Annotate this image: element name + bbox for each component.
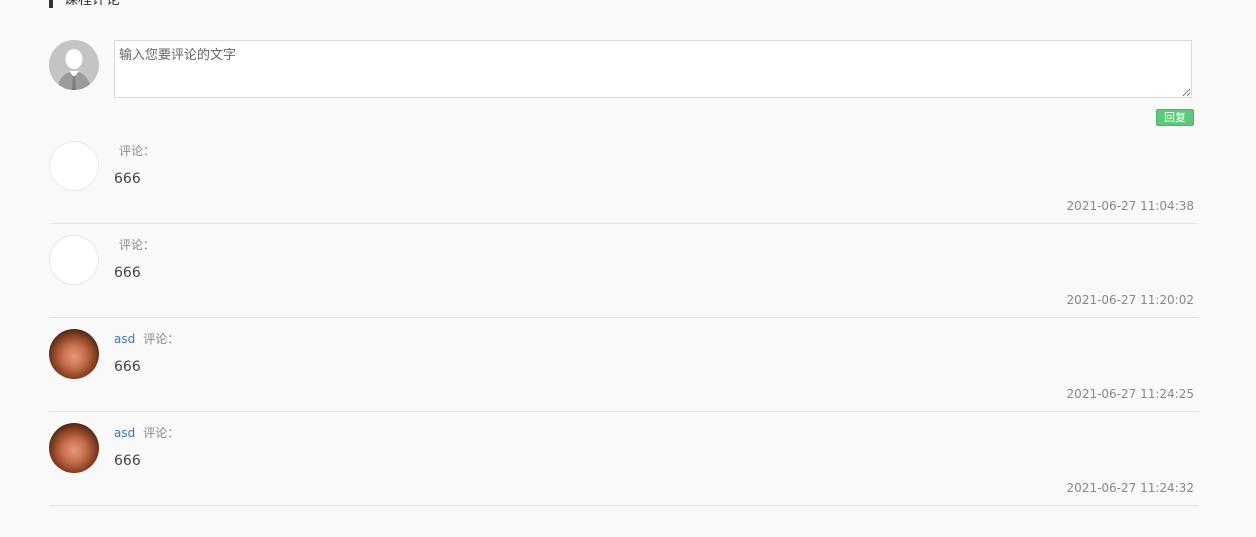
section-marker	[49, 0, 53, 8]
comment-timestamp: 2021-06-27 11:24:32	[1066, 481, 1194, 495]
comment-item: 评论： 666 2021-06-27 11:04:38	[49, 130, 1199, 224]
comment-meta: 评论：	[114, 143, 155, 159]
comment-item: asd 评论： 666 2021-06-27 11:24:25	[49, 318, 1199, 412]
comment-label: 评论：	[119, 238, 156, 252]
comment-label: 评论：	[143, 332, 180, 346]
avatar	[49, 329, 99, 379]
section-header: 课程评论	[49, 0, 120, 8]
comment-timestamp: 2021-06-27 11:24:25	[1066, 387, 1194, 401]
avatar	[49, 423, 99, 473]
comment-text: 666	[114, 359, 141, 375]
avatar	[49, 141, 99, 191]
comment-label: 评论：	[119, 144, 156, 158]
section-title: 课程评论	[64, 0, 120, 8]
default-user-icon	[49, 40, 99, 90]
comment-label: 评论：	[143, 426, 180, 440]
current-user-avatar	[49, 40, 99, 90]
comment-text: 666	[114, 171, 141, 187]
reply-button[interactable]: 回复	[1156, 109, 1194, 126]
comment-meta: asd 评论：	[114, 425, 179, 441]
comment-author[interactable]: asd	[114, 332, 135, 346]
comment-meta: 评论：	[114, 237, 155, 253]
comment-timestamp: 2021-06-27 11:04:38	[1066, 199, 1194, 213]
comment-text: 666	[114, 265, 141, 281]
comment-input[interactable]	[114, 40, 1192, 98]
comment-item: 评论： 666 2021-06-27 11:20:02	[49, 224, 1199, 318]
avatar	[49, 235, 99, 285]
comment-text: 666	[114, 453, 141, 469]
comment-author[interactable]: asd	[114, 426, 135, 440]
comment-timestamp: 2021-06-27 11:20:02	[1066, 293, 1194, 307]
comment-list: 评论： 666 2021-06-27 11:04:38 评论： 666 2021…	[49, 130, 1199, 506]
comment-meta: asd 评论：	[114, 331, 179, 347]
comment-item: asd 评论： 666 2021-06-27 11:24:32	[49, 412, 1199, 506]
